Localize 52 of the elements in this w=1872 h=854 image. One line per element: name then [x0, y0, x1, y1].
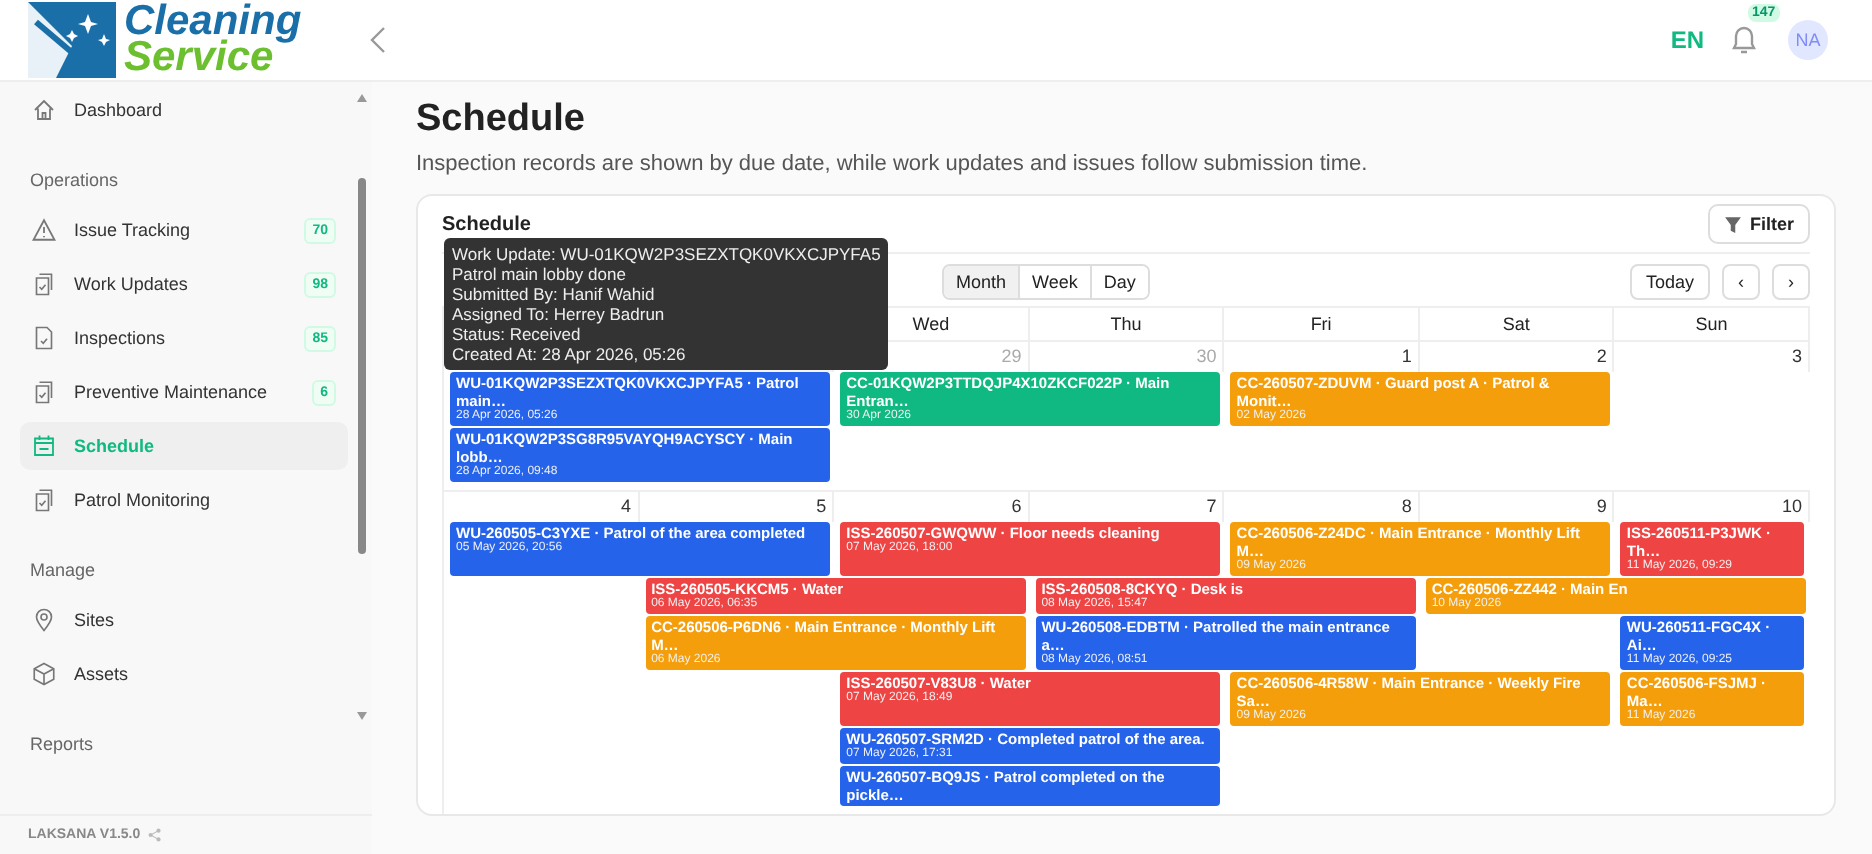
day-number: 30: [1196, 344, 1219, 366]
weekday-header: Fri: [1224, 306, 1420, 340]
logo-text: Cleaning: [124, 4, 302, 40]
day-number: 7: [1206, 494, 1219, 516]
tooltip-line: Patrol main lobby done: [452, 264, 628, 284]
tooltip-line: Assigned To: Herrey Badrun: [452, 304, 667, 324]
day-number: 10: [1781, 494, 1804, 516]
day-number: 2: [1596, 344, 1609, 366]
section-title: Reports: [30, 734, 96, 754]
section-title: Manage: [30, 560, 98, 580]
day-number: 4: [621, 494, 634, 516]
tooltip-line: Status: Received: [452, 324, 583, 344]
day-number: 1: [1401, 344, 1414, 366]
section-title: Operations: [30, 170, 121, 190]
cube-icon: [32, 662, 56, 686]
logo-text: Service: [124, 40, 274, 76]
collapse-chevron-icon[interactable]: [368, 26, 388, 54]
day-number: 8: [1401, 494, 1414, 516]
day-number: 5: [816, 494, 829, 516]
share-icon[interactable]: [148, 828, 163, 842]
documents-icon: [32, 272, 56, 296]
tooltip-line: Submitted By: Hanif Wahid: [452, 284, 657, 304]
card-title: Schedule: [442, 213, 531, 235]
sidebar-item[interactable]: Assets: [20, 650, 348, 698]
warning-icon: [32, 218, 56, 242]
previous-button[interactable]: ‹: [1722, 264, 1760, 300]
document-icon: [32, 326, 56, 350]
day-number: 3: [1791, 344, 1804, 366]
today-button[interactable]: Today: [1629, 264, 1710, 300]
view-tab[interactable]: Month: [944, 266, 1021, 298]
filter-icon: [1723, 215, 1742, 233]
sidebar-item[interactable]: Dashboard: [20, 86, 348, 134]
home-icon: [32, 98, 56, 122]
sidebar-item[interactable]: Sites: [20, 596, 348, 644]
next-button[interactable]: ›: [1772, 264, 1810, 300]
weekday-header: Sat: [1419, 306, 1615, 340]
day-number: 6: [1011, 494, 1024, 516]
filter-button[interactable]: Filter: [1707, 204, 1810, 244]
calendar-icon: [32, 434, 56, 458]
page-description: Inspection records are shown by due date, while work updates and issues follow submission time.: [416, 150, 1370, 178]
tooltip-line: Work Update: WU-01KQW2P3SEZXTQK0VKXCJPYFA5: [452, 244, 881, 264]
day-number: 29: [1001, 344, 1024, 366]
page-title: Schedule: [416, 98, 587, 142]
weekday-header: Thu: [1029, 306, 1225, 340]
documents-icon: [32, 488, 56, 512]
weekday-header: Sun: [1614, 306, 1810, 340]
sidebar-item[interactable]: Patrol Monitoring: [20, 476, 348, 524]
notification-bell-icon[interactable]: [1728, 22, 1760, 58]
location-pin-icon: [32, 608, 56, 632]
documents-icon: [32, 380, 56, 404]
day-number: 9: [1596, 494, 1609, 516]
tooltip-line: Created At: 28 Apr 2026, 05:26: [452, 344, 688, 364]
